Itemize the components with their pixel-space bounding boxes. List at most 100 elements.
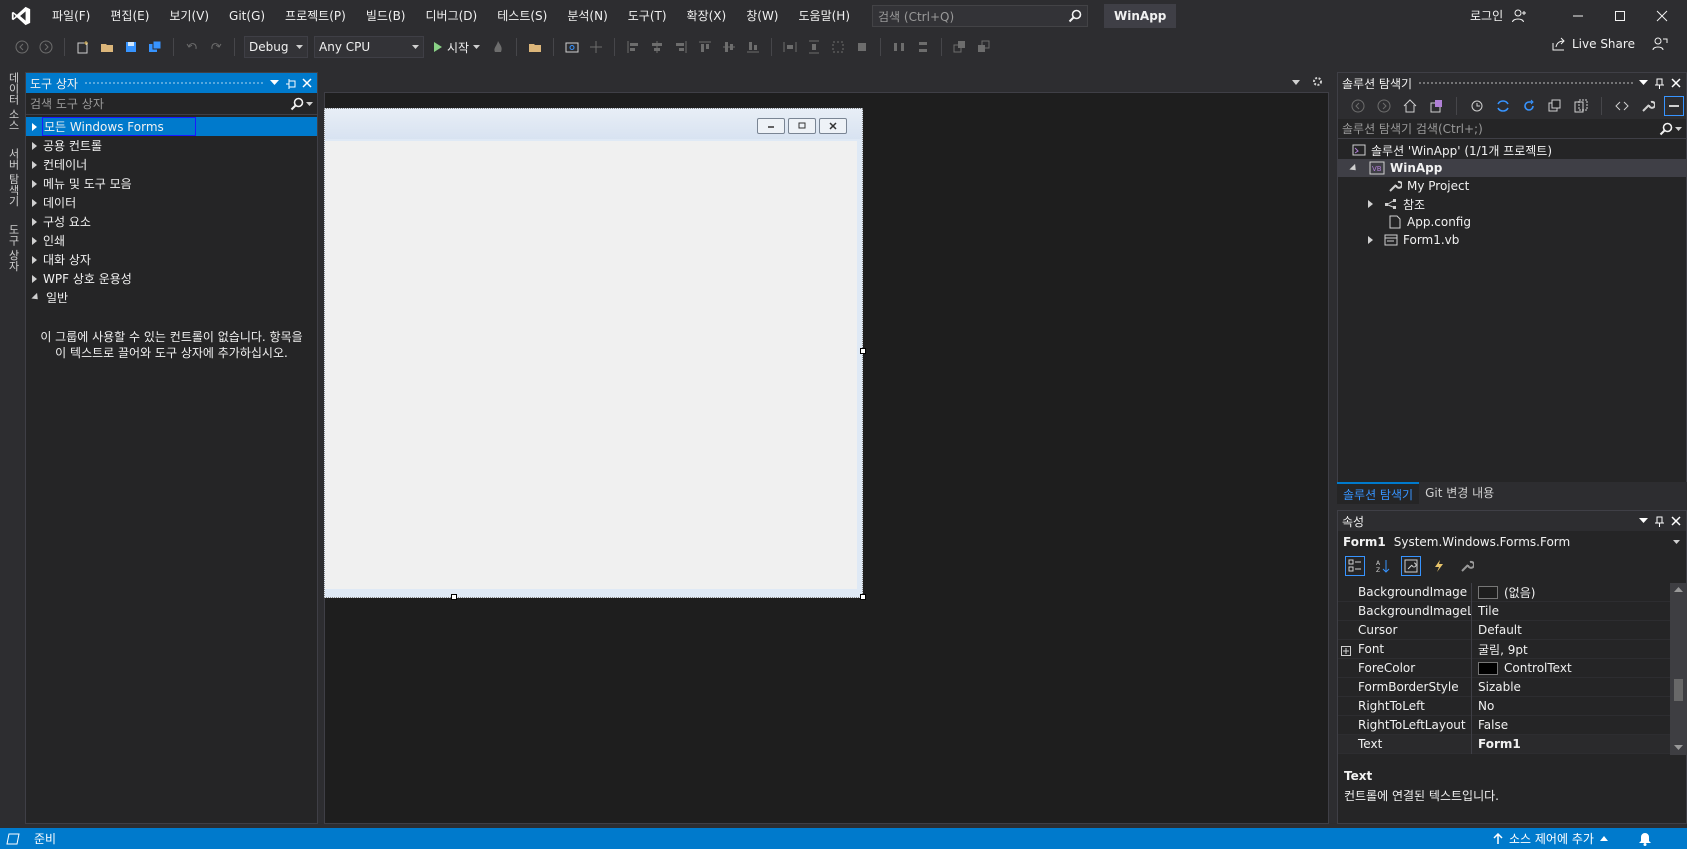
- save-all-button[interactable]: [145, 37, 165, 57]
- align-to-grid-button[interactable]: [586, 37, 606, 57]
- chevron-down-icon[interactable]: [306, 101, 313, 106]
- window-options-icon[interactable]: [1639, 518, 1648, 524]
- resize-handle-bottom[interactable]: [451, 594, 457, 600]
- menu-file[interactable]: 파일(F): [42, 0, 100, 32]
- align-rights-button[interactable]: [671, 37, 691, 57]
- tab-list-chevron-icon[interactable]: [1292, 80, 1300, 85]
- property-row-text[interactable]: Text Form1: [1338, 734, 1670, 754]
- align-bottoms-button[interactable]: [743, 37, 763, 57]
- make-same-width-button[interactable]: [780, 37, 800, 57]
- toolbox-group-dialogs[interactable]: 대화 상자: [26, 250, 317, 269]
- my-project-node[interactable]: My Project: [1338, 177, 1686, 195]
- toolbox-group-wpf-interop[interactable]: WPF 상호 운용성: [26, 269, 317, 288]
- toolbox-group-general[interactable]: 일반: [26, 288, 317, 307]
- property-row-righttoleft[interactable]: RightToLeft No: [1338, 696, 1670, 716]
- se-view-code-button[interactable]: [1612, 96, 1632, 116]
- property-grid-scrollbar[interactable]: [1670, 583, 1687, 755]
- form-close-button[interactable]: [819, 118, 847, 134]
- expand-plus-icon[interactable]: [1341, 646, 1351, 656]
- add-to-source-control-button[interactable]: 소스 제어에 추가: [1493, 828, 1608, 849]
- menu-test[interactable]: 테스트(S): [487, 0, 557, 32]
- maximize-window-button[interactable]: [1597, 0, 1643, 32]
- hot-reload-button[interactable]: [488, 37, 508, 57]
- file-explorer-button[interactable]: [525, 37, 545, 57]
- send-to-back-button[interactable]: [974, 37, 994, 57]
- live-share-button[interactable]: Live Share: [1552, 37, 1635, 51]
- form1-client-area[interactable]: [325, 141, 857, 589]
- property-row-font[interactable]: Font 굴림, 9pt: [1338, 639, 1670, 659]
- pin-icon[interactable]: [1654, 78, 1665, 89]
- se-back-button[interactable]: [1348, 96, 1368, 116]
- menu-window[interactable]: 창(W): [736, 0, 788, 32]
- vertical-spacing-button[interactable]: [913, 37, 933, 57]
- properties-view-button[interactable]: [1401, 556, 1421, 576]
- property-row-formborderstyle[interactable]: FormBorderStyle Sizable: [1338, 677, 1670, 697]
- data-sources-tab[interactable]: 데이터 소스: [5, 72, 21, 131]
- menu-project[interactable]: 프로젝트(P): [275, 0, 356, 32]
- property-row-backgroundimagelayout[interactable]: BackgroundImageLayout Tile: [1338, 601, 1670, 621]
- global-search-input[interactable]: 검색 (Ctrl+Q): [872, 5, 1089, 27]
- login-button[interactable]: 로그인: [1470, 0, 1527, 32]
- pin-icon[interactable]: [1654, 516, 1665, 527]
- navigate-back-button[interactable]: [12, 37, 32, 57]
- menu-view[interactable]: 보기(V): [159, 0, 219, 32]
- solution-explorer-header[interactable]: 솔루션 탐색기: [1338, 73, 1686, 93]
- resize-handle-bottom-right[interactable]: [860, 594, 866, 600]
- scroll-up-icon[interactable]: [1674, 587, 1683, 592]
- notifications-bell-icon[interactable]: [1638, 831, 1652, 846]
- toolbox-header[interactable]: 도구 상자: [26, 73, 317, 93]
- toolbox-group-common-controls[interactable]: 공용 컨트롤: [26, 136, 317, 155]
- tab-git-changes[interactable]: Git 변경 내용: [1419, 482, 1500, 504]
- menu-build[interactable]: 빌드(B): [356, 0, 416, 32]
- menu-edit[interactable]: 편집(E): [100, 0, 159, 32]
- solution-configuration-dropdown[interactable]: Debug: [244, 36, 308, 58]
- toolbox-group-components[interactable]: 구성 요소: [26, 212, 317, 231]
- server-explorer-tab[interactable]: 서버 탐색기: [5, 148, 21, 207]
- align-centers-button[interactable]: [647, 37, 667, 57]
- form1-caption-bar[interactable]: [325, 109, 862, 139]
- property-row-forecolor[interactable]: ForeColor ControlText: [1338, 658, 1670, 678]
- window-options-icon[interactable]: [270, 80, 279, 86]
- toolbox-group-menus-toolbars[interactable]: 메뉴 및 도구 모음: [26, 174, 317, 193]
- close-icon[interactable]: [1671, 78, 1681, 88]
- se-properties-button[interactable]: [1638, 96, 1658, 116]
- close-icon[interactable]: [302, 78, 312, 88]
- se-pending-changes-filter-button[interactable]: [1467, 96, 1487, 116]
- minimize-window-button[interactable]: [1555, 0, 1601, 32]
- menu-debug[interactable]: 디버그(D): [416, 0, 488, 32]
- app-config-node[interactable]: App.config: [1338, 213, 1686, 231]
- save-button[interactable]: [121, 37, 141, 57]
- references-node[interactable]: 참조: [1338, 195, 1686, 213]
- align-tops-button[interactable]: [695, 37, 715, 57]
- window-options-icon[interactable]: [1639, 80, 1648, 86]
- solution-platform-dropdown[interactable]: Any CPU: [314, 36, 424, 58]
- toolbox-group-printing[interactable]: 인쇄: [26, 231, 317, 250]
- solution-node[interactable]: 솔루션 'WinApp' (1/1개 프로젝트): [1338, 141, 1686, 159]
- se-sync-button[interactable]: [1493, 96, 1513, 116]
- property-object-selector[interactable]: Form1 System.Windows.Forms.Form: [1338, 531, 1686, 553]
- property-row-cursor[interactable]: Cursor Default: [1338, 620, 1670, 640]
- start-debugging-button[interactable]: 시작: [427, 39, 486, 56]
- toolbox-group-all-windows-forms[interactable]: 모든 Windows Forms: [26, 117, 317, 136]
- categorized-button[interactable]: [1345, 556, 1365, 576]
- scrollbar-thumb[interactable]: [1674, 679, 1683, 701]
- make-same-height-button[interactable]: [804, 37, 824, 57]
- close-icon[interactable]: [1671, 516, 1681, 526]
- menu-help[interactable]: 도움말(H): [789, 0, 861, 32]
- menu-analyze[interactable]: 분석(N): [557, 0, 617, 32]
- tab-solution-explorer[interactable]: 솔루션 탐색기: [1337, 482, 1420, 504]
- alphabetical-button[interactable]: AZ: [1373, 556, 1393, 576]
- open-file-button[interactable]: [97, 37, 117, 57]
- form1-design-window[interactable]: [324, 108, 863, 598]
- project-node[interactable]: VB WinApp: [1338, 159, 1686, 177]
- events-button[interactable]: [1429, 556, 1449, 576]
- se-forward-button[interactable]: [1374, 96, 1394, 116]
- properties-header[interactable]: 속성: [1338, 511, 1686, 531]
- property-row-righttoleftlayout[interactable]: RightToLeftLayout False: [1338, 715, 1670, 735]
- resize-handle-right[interactable]: [860, 348, 866, 354]
- property-pages-button[interactable]: [1457, 556, 1477, 576]
- se-switch-views-button[interactable]: [1426, 96, 1446, 116]
- close-window-button[interactable]: [1639, 0, 1685, 32]
- feedback-button[interactable]: [1652, 36, 1668, 55]
- solution-explorer-search-input[interactable]: 솔루션 탐색기 검색(Ctrl+;): [1338, 119, 1686, 139]
